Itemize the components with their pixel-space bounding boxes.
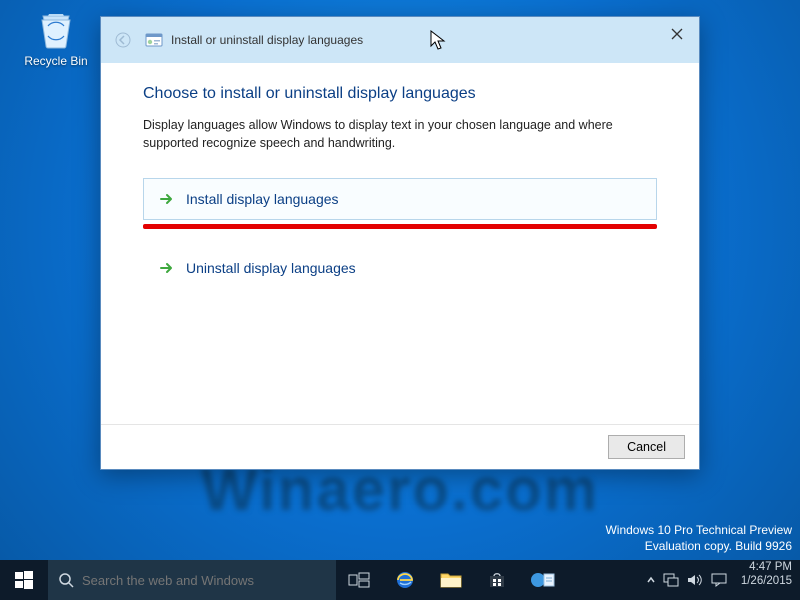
page-heading: Choose to install or uninstall display l… (143, 85, 657, 103)
running-app-icon (529, 569, 557, 591)
titlebar[interactable]: Install or uninstall display languages (101, 17, 699, 63)
action-center-icon[interactable] (711, 573, 727, 587)
option-uninstall-label: Uninstall display languages (186, 260, 356, 276)
store-icon (488, 571, 506, 589)
language-wizard-window: Install or uninstall display languages C… (100, 16, 700, 470)
system-tray[interactable] (641, 560, 733, 600)
recycle-bin-label: Recycle Bin (20, 54, 92, 68)
build-watermark: Windows 10 Pro Technical Preview Evaluat… (605, 522, 792, 554)
search-input[interactable] (82, 573, 326, 588)
task-view-button[interactable] (336, 560, 382, 600)
taskbar-spacer (566, 560, 641, 600)
page-description: Display languages allow Windows to displ… (143, 117, 657, 152)
start-button[interactable] (0, 560, 48, 600)
taskbar-clock[interactable]: 4:47 PM 1/26/2015 (733, 560, 800, 600)
arrow-right-icon (158, 260, 174, 276)
back-button[interactable] (113, 30, 133, 50)
close-button[interactable] (659, 21, 695, 47)
search-icon (58, 572, 74, 588)
taskbar-store[interactable] (474, 560, 520, 600)
arrow-right-icon (158, 191, 174, 207)
taskbar-ie[interactable] (382, 560, 428, 600)
volume-icon[interactable] (687, 573, 703, 587)
taskbar-running-app[interactable] (520, 560, 566, 600)
windows-logo-icon (15, 571, 33, 589)
build-watermark-line2: Evaluation copy. Build 9926 (605, 538, 792, 554)
option-install-label: Install display languages (186, 191, 339, 207)
clock-time: 4:47 PM (741, 560, 792, 574)
taskbar-search[interactable] (48, 560, 336, 600)
option-uninstall[interactable]: Uninstall display languages (143, 247, 657, 289)
annotation-underline (143, 224, 657, 229)
cancel-button[interactable]: Cancel (608, 435, 685, 459)
wizard-app-icon (145, 31, 163, 49)
task-view-icon (348, 572, 370, 588)
taskbar: 4:47 PM 1/26/2015 (0, 560, 800, 600)
wizard-body: Choose to install or uninstall display l… (101, 63, 699, 424)
folder-icon (440, 571, 462, 589)
option-install[interactable]: Install display languages (143, 178, 657, 220)
wizard-footer: Cancel (101, 424, 699, 469)
network-icon[interactable] (663, 573, 679, 587)
ie-icon (394, 569, 416, 591)
taskbar-file-explorer[interactable] (428, 560, 474, 600)
window-title: Install or uninstall display languages (171, 33, 363, 47)
tray-overflow-icon[interactable] (647, 573, 655, 587)
build-watermark-line1: Windows 10 Pro Technical Preview (605, 522, 792, 538)
desktop: Winaero.com Windows 10 Pro Technical Pre… (0, 0, 800, 560)
clock-date: 1/26/2015 (741, 574, 792, 588)
recycle-bin-icon (34, 6, 78, 50)
recycle-bin[interactable]: Recycle Bin (20, 6, 92, 68)
